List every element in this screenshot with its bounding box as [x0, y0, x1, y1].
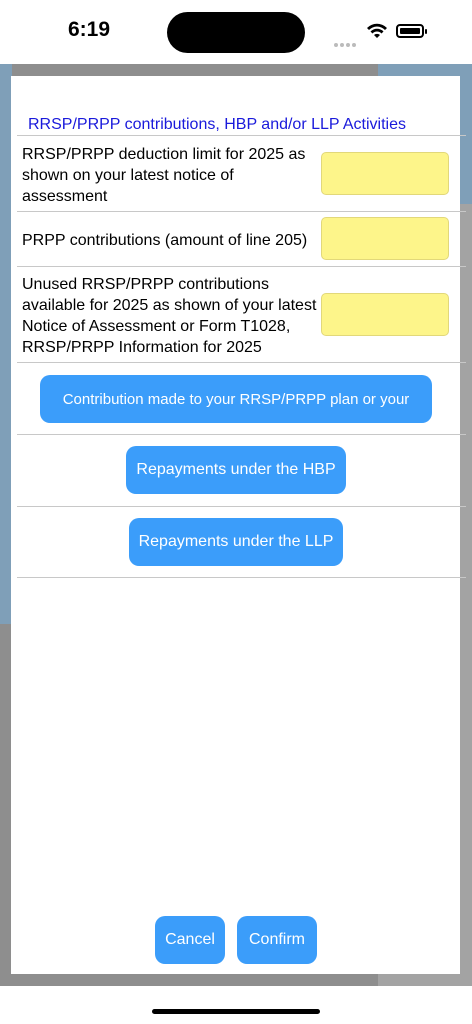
home-area [0, 986, 472, 1024]
llp-repayments-button[interactable]: Repayments under the LLP [129, 518, 343, 566]
divider [17, 266, 466, 267]
deduction-limit-label: RRSP/PRPP deduction limit for 2025 as sh… [22, 146, 306, 205]
cellular-signal-icon [334, 34, 360, 47]
divider [17, 211, 466, 212]
prpp-contributions-input[interactable] [321, 217, 449, 260]
hbp-repayments-button[interactable]: Repayments under the HBP [126, 446, 346, 494]
unused-contributions-label: Unused RRSP/PRPP contributions available… [22, 276, 317, 356]
confirm-button[interactable]: Confirm [237, 916, 317, 964]
status-bar: 6:19 [0, 0, 472, 64]
section-title: RRSP/PRPP contributions, HBP and/or LLP … [28, 116, 406, 133]
unused-contributions-input[interactable] [321, 293, 449, 336]
divider [17, 135, 466, 136]
status-time: 6:19 [68, 18, 111, 41]
dynamic-island [167, 12, 305, 53]
cancel-button[interactable]: Cancel [155, 916, 225, 964]
divider [17, 577, 466, 578]
wifi-icon [367, 23, 387, 38]
rrsp-modal: RRSP/PRPP contributions, HBP and/or LLP … [11, 76, 466, 974]
contribution-button[interactable]: Contribution made to your RRSP/PRPP plan… [40, 375, 432, 423]
battery-icon [396, 24, 427, 38]
divider [17, 506, 466, 507]
prpp-contributions-label: PRPP contributions (amount of line 205) [22, 232, 308, 249]
home-indicator[interactable] [152, 1009, 320, 1014]
divider [17, 362, 466, 363]
divider [17, 434, 466, 435]
deduction-limit-input[interactable] [321, 152, 449, 195]
